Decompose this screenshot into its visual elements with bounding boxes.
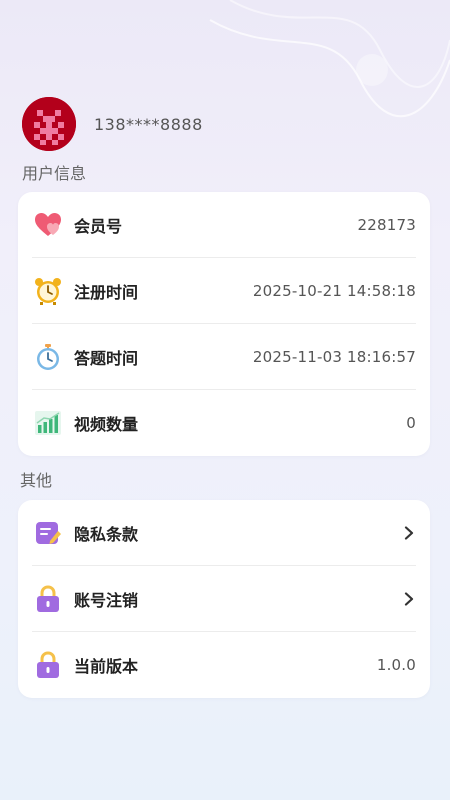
- lock-icon: [34, 584, 62, 613]
- member-no-value: 228173: [357, 215, 416, 234]
- version-label: 当前版本: [74, 657, 139, 676]
- row-member-no: 会员号 228173: [32, 192, 416, 258]
- row-cancel-account[interactable]: 账号注销: [32, 566, 416, 632]
- answer-time-label: 答题时间: [74, 348, 139, 368]
- row-video-count: 视频数量 0: [32, 390, 416, 456]
- other-card: 隐私条款 账号注销 当前版本 1.0.0: [18, 500, 430, 698]
- member-no-label: 会员号: [74, 216, 123, 236]
- chevron-right-icon: [402, 591, 416, 606]
- answer-time-value: 2025-11-03 18:16:57: [252, 347, 416, 366]
- pixel-avatar-icon: [22, 97, 76, 151]
- cancel-account-label: 账号注销: [74, 590, 139, 610]
- row-version: 当前版本 1.0.0: [32, 632, 416, 698]
- row-privacy[interactable]: 隐私条款: [32, 500, 416, 566]
- privacy-label: 隐私条款: [74, 524, 139, 544]
- row-register-time: 注册时间 2025-10-21 14:58:18: [32, 258, 416, 324]
- video-count-label: 视频数量: [74, 415, 139, 434]
- section-title-other: 其他: [20, 471, 53, 490]
- user-info-card: 会员号 228173 注册时间 2025-10-21 14:58:18 答题时间…: [18, 192, 430, 456]
- chevron-right-icon: [402, 525, 416, 540]
- bar-chart-icon: [34, 409, 62, 437]
- video-count-value: 0: [406, 414, 416, 432]
- section-title-user-info: 用户信息: [22, 164, 87, 183]
- row-answer-time: 答题时间 2025-11-03 18:16:57: [32, 324, 416, 390]
- register-time-label: 注册时间: [74, 282, 139, 302]
- profile-header: 138****8888: [22, 97, 203, 151]
- phone-number: 138****8888: [94, 114, 203, 134]
- register-time-value: 2025-10-21 14:58:18: [252, 281, 416, 300]
- lock-icon: [34, 651, 62, 679]
- alarm-clock-icon: [34, 277, 62, 305]
- stopwatch-icon: [34, 343, 62, 371]
- heart-icon: [34, 211, 62, 239]
- version-value: 1.0.0: [376, 656, 416, 674]
- document-edit-icon: [34, 519, 62, 547]
- avatar[interactable]: [22, 97, 76, 151]
